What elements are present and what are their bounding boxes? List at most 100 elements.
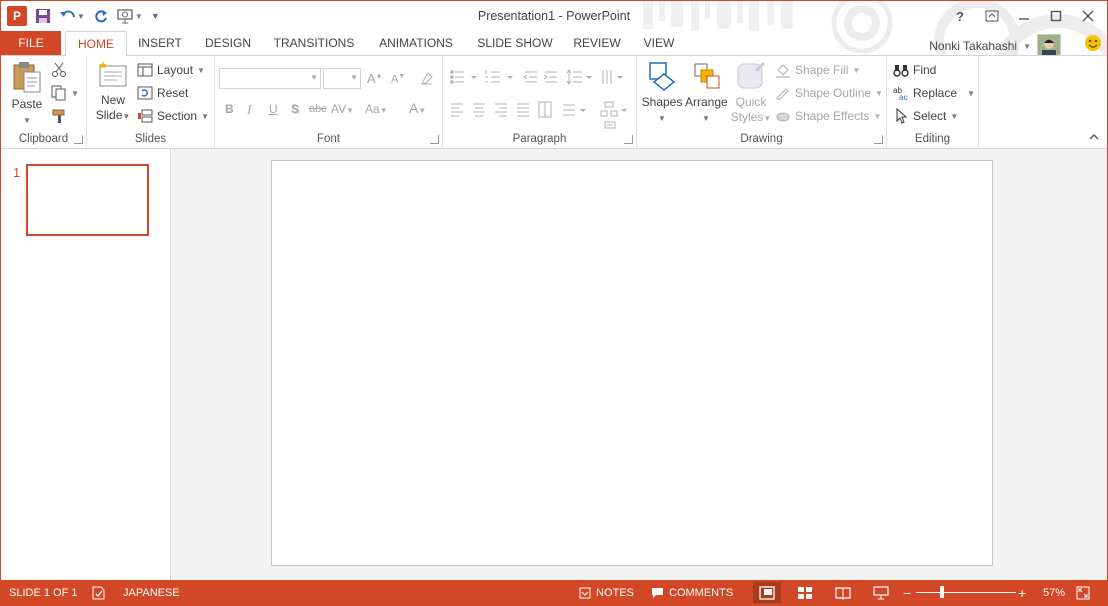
copy-icon (51, 85, 66, 101)
character-spacing-button[interactable]: AV▼ (331, 102, 354, 116)
layout-button[interactable]: Layout ▼ (137, 60, 205, 80)
slide-show-icon (873, 585, 889, 599)
font-size-combo[interactable]: ▼ (323, 68, 361, 89)
new-slide-button[interactable]: New Slide▼ (93, 60, 133, 124)
spell-check-icon (92, 586, 105, 599)
format-painter-button[interactable] (51, 106, 67, 126)
slide-show-view-button[interactable] (867, 582, 895, 603)
shrink-font-button[interactable]: A▼ (391, 73, 405, 86)
clear-formatting-icon (421, 72, 433, 85)
zoom-level-label: 57% (1043, 586, 1066, 599)
svg-text:ac: ac (899, 93, 907, 101)
language-label: JAPANESE (123, 586, 180, 599)
fit-to-window-button[interactable] (1076, 580, 1090, 605)
shapes-button[interactable]: Shapes ▼ (641, 60, 683, 124)
section-dropdown-icon: ▼ (201, 111, 209, 121)
select-button[interactable]: Select ▼ (893, 106, 958, 126)
tab-design[interactable]: DESIGN (201, 31, 255, 55)
slide-thumbnails-pane: 1 (1, 149, 171, 581)
reset-button[interactable]: Reset (137, 83, 188, 103)
notes-icon (579, 587, 591, 598)
select-label: Select (913, 109, 947, 123)
shape-fill-button[interactable]: Shape Fill ▼ (775, 60, 860, 80)
pencil-icon (776, 88, 789, 100)
shape-effects-label: Shape Effects (795, 109, 870, 123)
zoom-slider-track[interactable] (916, 592, 1016, 593)
arrange-button[interactable]: Arrange ▼ (685, 60, 728, 124)
strikethrough-button[interactable]: abc (309, 103, 327, 115)
format-painter-icon (52, 109, 65, 123)
slide-counter[interactable]: SLIDE 1 OF 1 (9, 580, 77, 605)
tab-transitions[interactable]: TRANSITIONS (271, 31, 357, 55)
cut-button[interactable] (51, 60, 67, 80)
change-case-button[interactable]: Aa▼ (365, 102, 388, 116)
tab-slide-show[interactable]: SLIDE SHOW (475, 31, 555, 55)
zoom-slider-handle[interactable] (940, 586, 945, 598)
arrange-dropdown-icon: ▼ (702, 114, 710, 123)
shapes-icon (649, 62, 676, 91)
feedback-smiley-icon[interactable] (1083, 33, 1103, 53)
reading-view-button[interactable] (829, 582, 857, 603)
grow-font-button[interactable]: A▲ (367, 71, 383, 86)
font-dialog-launcher[interactable] (430, 135, 439, 144)
spelling-status[interactable] (91, 580, 107, 605)
columns-icon (538, 101, 552, 118)
shape-fill-label: Shape Fill (795, 63, 849, 77)
zoom-out-button[interactable]: − (903, 580, 911, 605)
decrease-indent-icon (523, 71, 537, 83)
slide-sorter-view-button[interactable] (791, 582, 819, 603)
paste-button[interactable]: Paste ▼ (5, 60, 49, 126)
paste-label: Paste (11, 97, 43, 111)
tab-home[interactable]: HOME (65, 31, 127, 56)
bold-button[interactable]: B (225, 102, 234, 116)
section-icon (138, 109, 153, 123)
align-left-icon (451, 103, 463, 117)
language-status[interactable]: JAPANESE (123, 580, 180, 605)
italic-button[interactable]: I (247, 102, 251, 118)
replace-button[interactable]: ab ac Replace ▼ (893, 83, 975, 103)
paragraph-dialog-launcher[interactable] (624, 135, 633, 144)
drawing-dialog-launcher[interactable] (874, 135, 883, 144)
tab-animations[interactable]: ANIMATIONS (373, 31, 459, 55)
maximize-button[interactable] (1041, 5, 1071, 27)
notes-button[interactable]: NOTES (579, 580, 634, 605)
zoom-in-button[interactable]: + (1018, 580, 1026, 605)
zoom-level[interactable]: 57% (1043, 580, 1065, 605)
find-button[interactable]: Find (893, 60, 936, 80)
help-button[interactable]: ? (945, 5, 975, 27)
text-shadow-button[interactable]: S (291, 102, 299, 116)
normal-view-button[interactable] (753, 582, 781, 603)
clipboard-dialog-launcher[interactable] (74, 135, 83, 144)
minimize-button[interactable] (1009, 5, 1039, 27)
clear-formatting-button[interactable] (419, 70, 435, 89)
ribbon: Paste ▼ ▼ Clipboard New Slide▼ Layout ▼ … (1, 55, 1107, 149)
align-center-icon (473, 103, 485, 117)
paste-dropdown-icon: ▼ (23, 116, 31, 125)
help-icon: ? (956, 8, 964, 24)
collapse-ribbon-button[interactable] (1089, 133, 1099, 144)
quick-styles-button[interactable]: Quick Styles▼ (729, 60, 773, 126)
ribbon-display-options-button[interactable] (977, 5, 1007, 27)
copy-button[interactable]: ▼ (51, 83, 79, 103)
replace-icon: ab ac (893, 86, 907, 101)
font-name-combo[interactable]: ▼ (219, 68, 321, 89)
font-size-dropdown-icon: ▼ (350, 73, 358, 82)
tab-view[interactable]: VIEW (639, 31, 679, 55)
slide-thumbnail[interactable] (26, 164, 149, 236)
chevron-up-icon (1089, 134, 1099, 140)
notes-label: NOTES (596, 586, 634, 599)
new-slide-label-line2: Slide▼ (95, 108, 131, 122)
tab-review[interactable]: REVIEW (571, 31, 623, 55)
section-button[interactable]: Section ▼ (137, 106, 209, 126)
tab-insert[interactable]: INSERT (135, 31, 185, 55)
comments-button[interactable]: COMMENTS (651, 580, 733, 605)
shape-outline-button[interactable]: Shape Outline ▼ (775, 83, 883, 103)
arrange-label: Arrange (685, 95, 728, 109)
underline-button[interactable]: U (269, 102, 278, 116)
editing-group: Find ab ac Replace ▼ Select ▼ Editing (887, 56, 979, 148)
tab-file[interactable]: FILE (1, 31, 61, 55)
close-button[interactable] (1073, 5, 1103, 27)
shape-effects-button[interactable]: Shape Effects ▼ (775, 106, 881, 126)
font-color-button[interactable]: A▼ (409, 100, 426, 116)
slide-canvas[interactable] (271, 160, 993, 566)
